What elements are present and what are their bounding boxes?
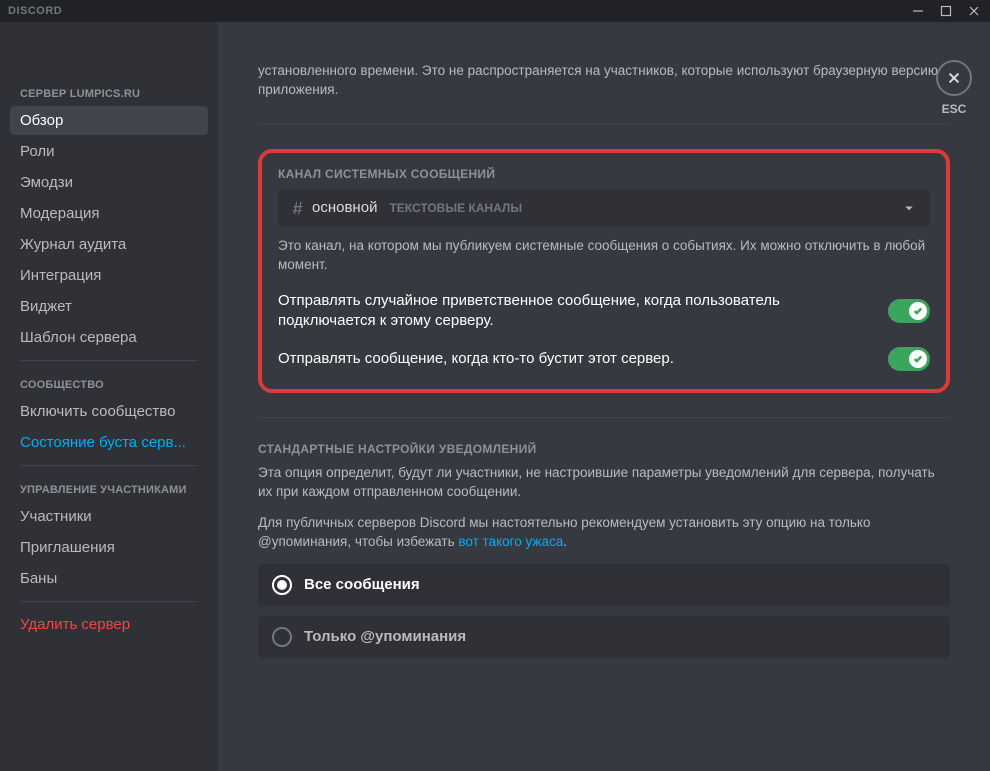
system-channel-name: основной xyxy=(312,199,377,216)
sidebar-item-widget[interactable]: Виджет xyxy=(10,292,208,321)
sidebar-item-overview[interactable]: Обзор xyxy=(10,106,208,135)
sidebar-item-boost-status[interactable]: Состояние буста серв... xyxy=(10,428,208,457)
sidebar-divider xyxy=(20,465,198,466)
sidebar-item-delete-server[interactable]: Удалить сервер xyxy=(10,610,208,639)
sidebar-item-invites[interactable]: Приглашения xyxy=(10,533,208,562)
system-channel-select[interactable]: основной ТЕКСТОВЫЕ КАНАЛЫ xyxy=(278,189,930,227)
sidebar-section-server: СЕРВЕР LUMPICS.RU xyxy=(10,82,208,106)
close-icon xyxy=(946,70,962,86)
notifications-tip-link[interactable]: вот такого ужаса xyxy=(458,534,563,549)
radio-icon xyxy=(272,575,292,595)
sidebar-divider xyxy=(20,360,198,361)
highlight-annotation: КАНАЛ СИСТЕМНЫХ СООБЩЕНИЙ основной ТЕКСТ… xyxy=(258,149,950,393)
window-minimize-button[interactable] xyxy=(904,0,932,22)
welcome-message-toggle-label: Отправлять случайное приветственное сооб… xyxy=(278,291,868,332)
sidebar-section-user-management: УПРАВЛЕНИЕ УЧАСТНИКАМИ xyxy=(10,478,208,502)
notification-option-all-messages[interactable]: Все сообщения xyxy=(258,564,950,606)
app-brand: DISCORD xyxy=(8,5,62,17)
chevron-down-icon xyxy=(900,199,918,217)
sidebar-item-audit-log[interactable]: Журнал аудита xyxy=(10,230,208,259)
sidebar-item-integrations[interactable]: Интеграция xyxy=(10,261,208,290)
sidebar-divider xyxy=(20,601,198,602)
notification-option-label: Только @упоминания xyxy=(304,628,466,645)
sidebar-item-moderation[interactable]: Модерация xyxy=(10,199,208,228)
close-settings-button[interactable] xyxy=(936,60,972,96)
close-settings-area: ESC xyxy=(936,60,972,116)
section-divider xyxy=(258,417,950,418)
sidebar-section-community: СООБЩЕСТВО xyxy=(10,373,208,397)
close-settings-label: ESC xyxy=(936,102,972,116)
system-channel-section-title: КАНАЛ СИСТЕМНЫХ СООБЩЕНИЙ xyxy=(278,167,930,181)
sidebar-item-emoji[interactable]: Эмодзи xyxy=(10,168,208,197)
check-icon xyxy=(913,306,923,316)
default-notifications-title: СТАНДАРТНЫЕ НАСТРОЙКИ УВЕДОМЛЕНИЙ xyxy=(258,442,950,456)
sidebar-item-members[interactable]: Участники xyxy=(10,502,208,531)
window-maximize-button[interactable] xyxy=(932,0,960,22)
sidebar-item-bans[interactable]: Баны xyxy=(10,564,208,593)
default-notifications-tip: Для публичных серверов Discord мы настоя… xyxy=(258,514,950,552)
settings-sidebar: СЕРВЕР LUMPICS.RU Обзор Роли Эмодзи Моде… xyxy=(0,22,218,771)
system-channel-description: Это канал, на котором мы публикуем систе… xyxy=(278,237,930,275)
window-titlebar: DISCORD xyxy=(0,0,990,22)
boost-message-toggle[interactable] xyxy=(888,347,930,371)
notification-option-label: Все сообщения xyxy=(304,576,420,593)
sidebar-item-server-template[interactable]: Шаблон сервера xyxy=(10,323,208,352)
sidebar-item-enable-community[interactable]: Включить сообщество xyxy=(10,397,208,426)
default-notifications-desc: Эта опция определит, будут ли участники,… xyxy=(258,464,950,502)
intro-description: установленного времени. Это не распростр… xyxy=(258,62,950,100)
sidebar-item-roles[interactable]: Роли xyxy=(10,137,208,166)
hash-icon xyxy=(290,200,306,216)
system-channel-category: ТЕКСТОВЫЕ КАНАЛЫ xyxy=(389,201,522,215)
check-icon xyxy=(913,354,923,364)
boost-message-toggle-label: Отправлять сообщение, когда кто-то бусти… xyxy=(278,349,674,369)
window-close-button[interactable] xyxy=(960,0,988,22)
welcome-message-toggle[interactable] xyxy=(888,299,930,323)
radio-icon xyxy=(272,627,292,647)
section-divider xyxy=(258,124,950,125)
settings-main: установленного времени. Это не распростр… xyxy=(218,22,990,771)
notification-option-only-mentions[interactable]: Только @упоминания xyxy=(258,616,950,658)
